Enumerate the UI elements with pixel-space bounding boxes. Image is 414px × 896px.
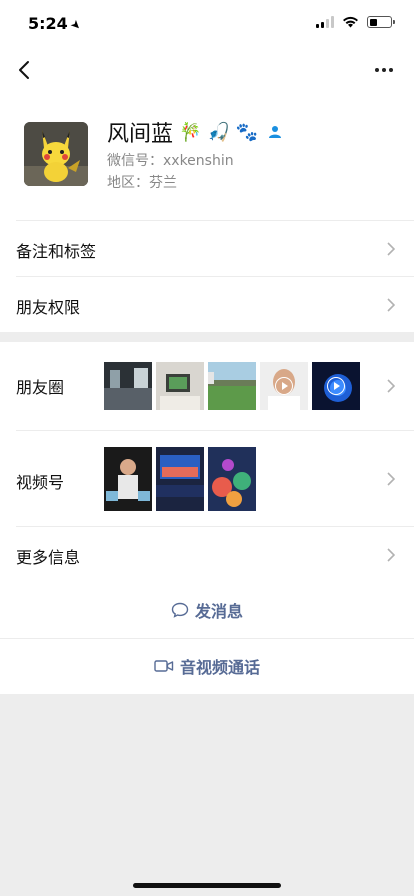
row-more-info[interactable]: 更多信息: [16, 526, 414, 582]
row-friend-permissions[interactable]: 朋友权限: [16, 276, 414, 332]
chevron-right-icon: [384, 297, 398, 312]
send-message-button[interactable]: 发消息: [0, 582, 414, 638]
bamboo-emoji: 🎋: [179, 121, 202, 143]
row-label: 视频号: [16, 473, 65, 492]
moments-thumbnails: [104, 362, 360, 410]
row-label: 朋友圈: [16, 378, 65, 397]
avatar[interactable]: [24, 122, 88, 186]
play-icon: [327, 377, 345, 395]
paw-emoji: 🐾: [235, 121, 259, 143]
channels-thumbnails: [104, 447, 256, 511]
divider: [0, 638, 414, 639]
navbar: [0, 48, 414, 92]
video-call-label: 音视频通话: [179, 658, 260, 677]
location-arrow-icon: ➤: [67, 16, 85, 34]
chevron-right-icon: [384, 547, 398, 562]
battery-icon: [367, 16, 395, 28]
chevron-right-icon: [384, 241, 398, 256]
moments-thumbnail: [104, 362, 152, 410]
section-settings: 备注和标签 朋友权限: [0, 220, 414, 332]
moments-thumbnail: [312, 362, 360, 410]
row-remarks-tags[interactable]: 备注和标签: [16, 220, 414, 276]
play-icon: [275, 377, 293, 395]
home-indicator[interactable]: [133, 883, 281, 888]
section-content: 朋友圈 视频号 更多信息: [0, 342, 414, 582]
chevron-right-icon: [384, 471, 398, 486]
wifi-icon: [343, 16, 358, 28]
status-icons: [316, 16, 395, 28]
more-options-button[interactable]: [370, 56, 398, 84]
channels-thumbnail: [156, 447, 204, 511]
fishing-emoji: 🎣: [207, 121, 230, 143]
row-label: 备注和标签: [16, 242, 97, 261]
chevron-right-icon: [384, 379, 398, 393]
chevron-left-icon: [19, 61, 29, 79]
channels-thumbnail: [208, 447, 256, 511]
wechat-id: 微信号：xxkenshin: [107, 153, 234, 169]
row-moments[interactable]: 朋友圈: [16, 342, 414, 430]
row-label: 更多信息: [16, 548, 81, 567]
name-row: 风间蓝 🎋 🎣 🐾: [107, 116, 282, 148]
send-message-label: 发消息: [194, 602, 243, 621]
status-bar: 5:24➤: [0, 0, 414, 48]
more-horizontal-icon: [375, 68, 379, 72]
status-time: 5:24➤: [28, 14, 85, 34]
moments-thumbnail: [208, 362, 256, 410]
video-camera-icon: [154, 660, 174, 672]
user-icon: [269, 126, 282, 138]
video-call-button[interactable]: 音视频通话: [0, 638, 414, 694]
back-button[interactable]: [10, 56, 38, 84]
chat-bubble-icon: [171, 602, 189, 618]
moments-thumbnail: [156, 362, 204, 410]
channels-thumbnail: [104, 447, 152, 511]
moments-thumbnail: [260, 362, 308, 410]
region: 地区：芬兰: [107, 175, 177, 191]
row-label: 朋友权限: [16, 298, 81, 317]
display-name: 风间蓝: [107, 122, 174, 147]
profile-header: 风间蓝 🎋 🎣 🐾 微信号：xxkenshin 地区：芬兰: [0, 92, 414, 220]
cellular-signal-icon: [316, 16, 334, 28]
row-channels[interactable]: 视频号: [16, 430, 414, 526]
